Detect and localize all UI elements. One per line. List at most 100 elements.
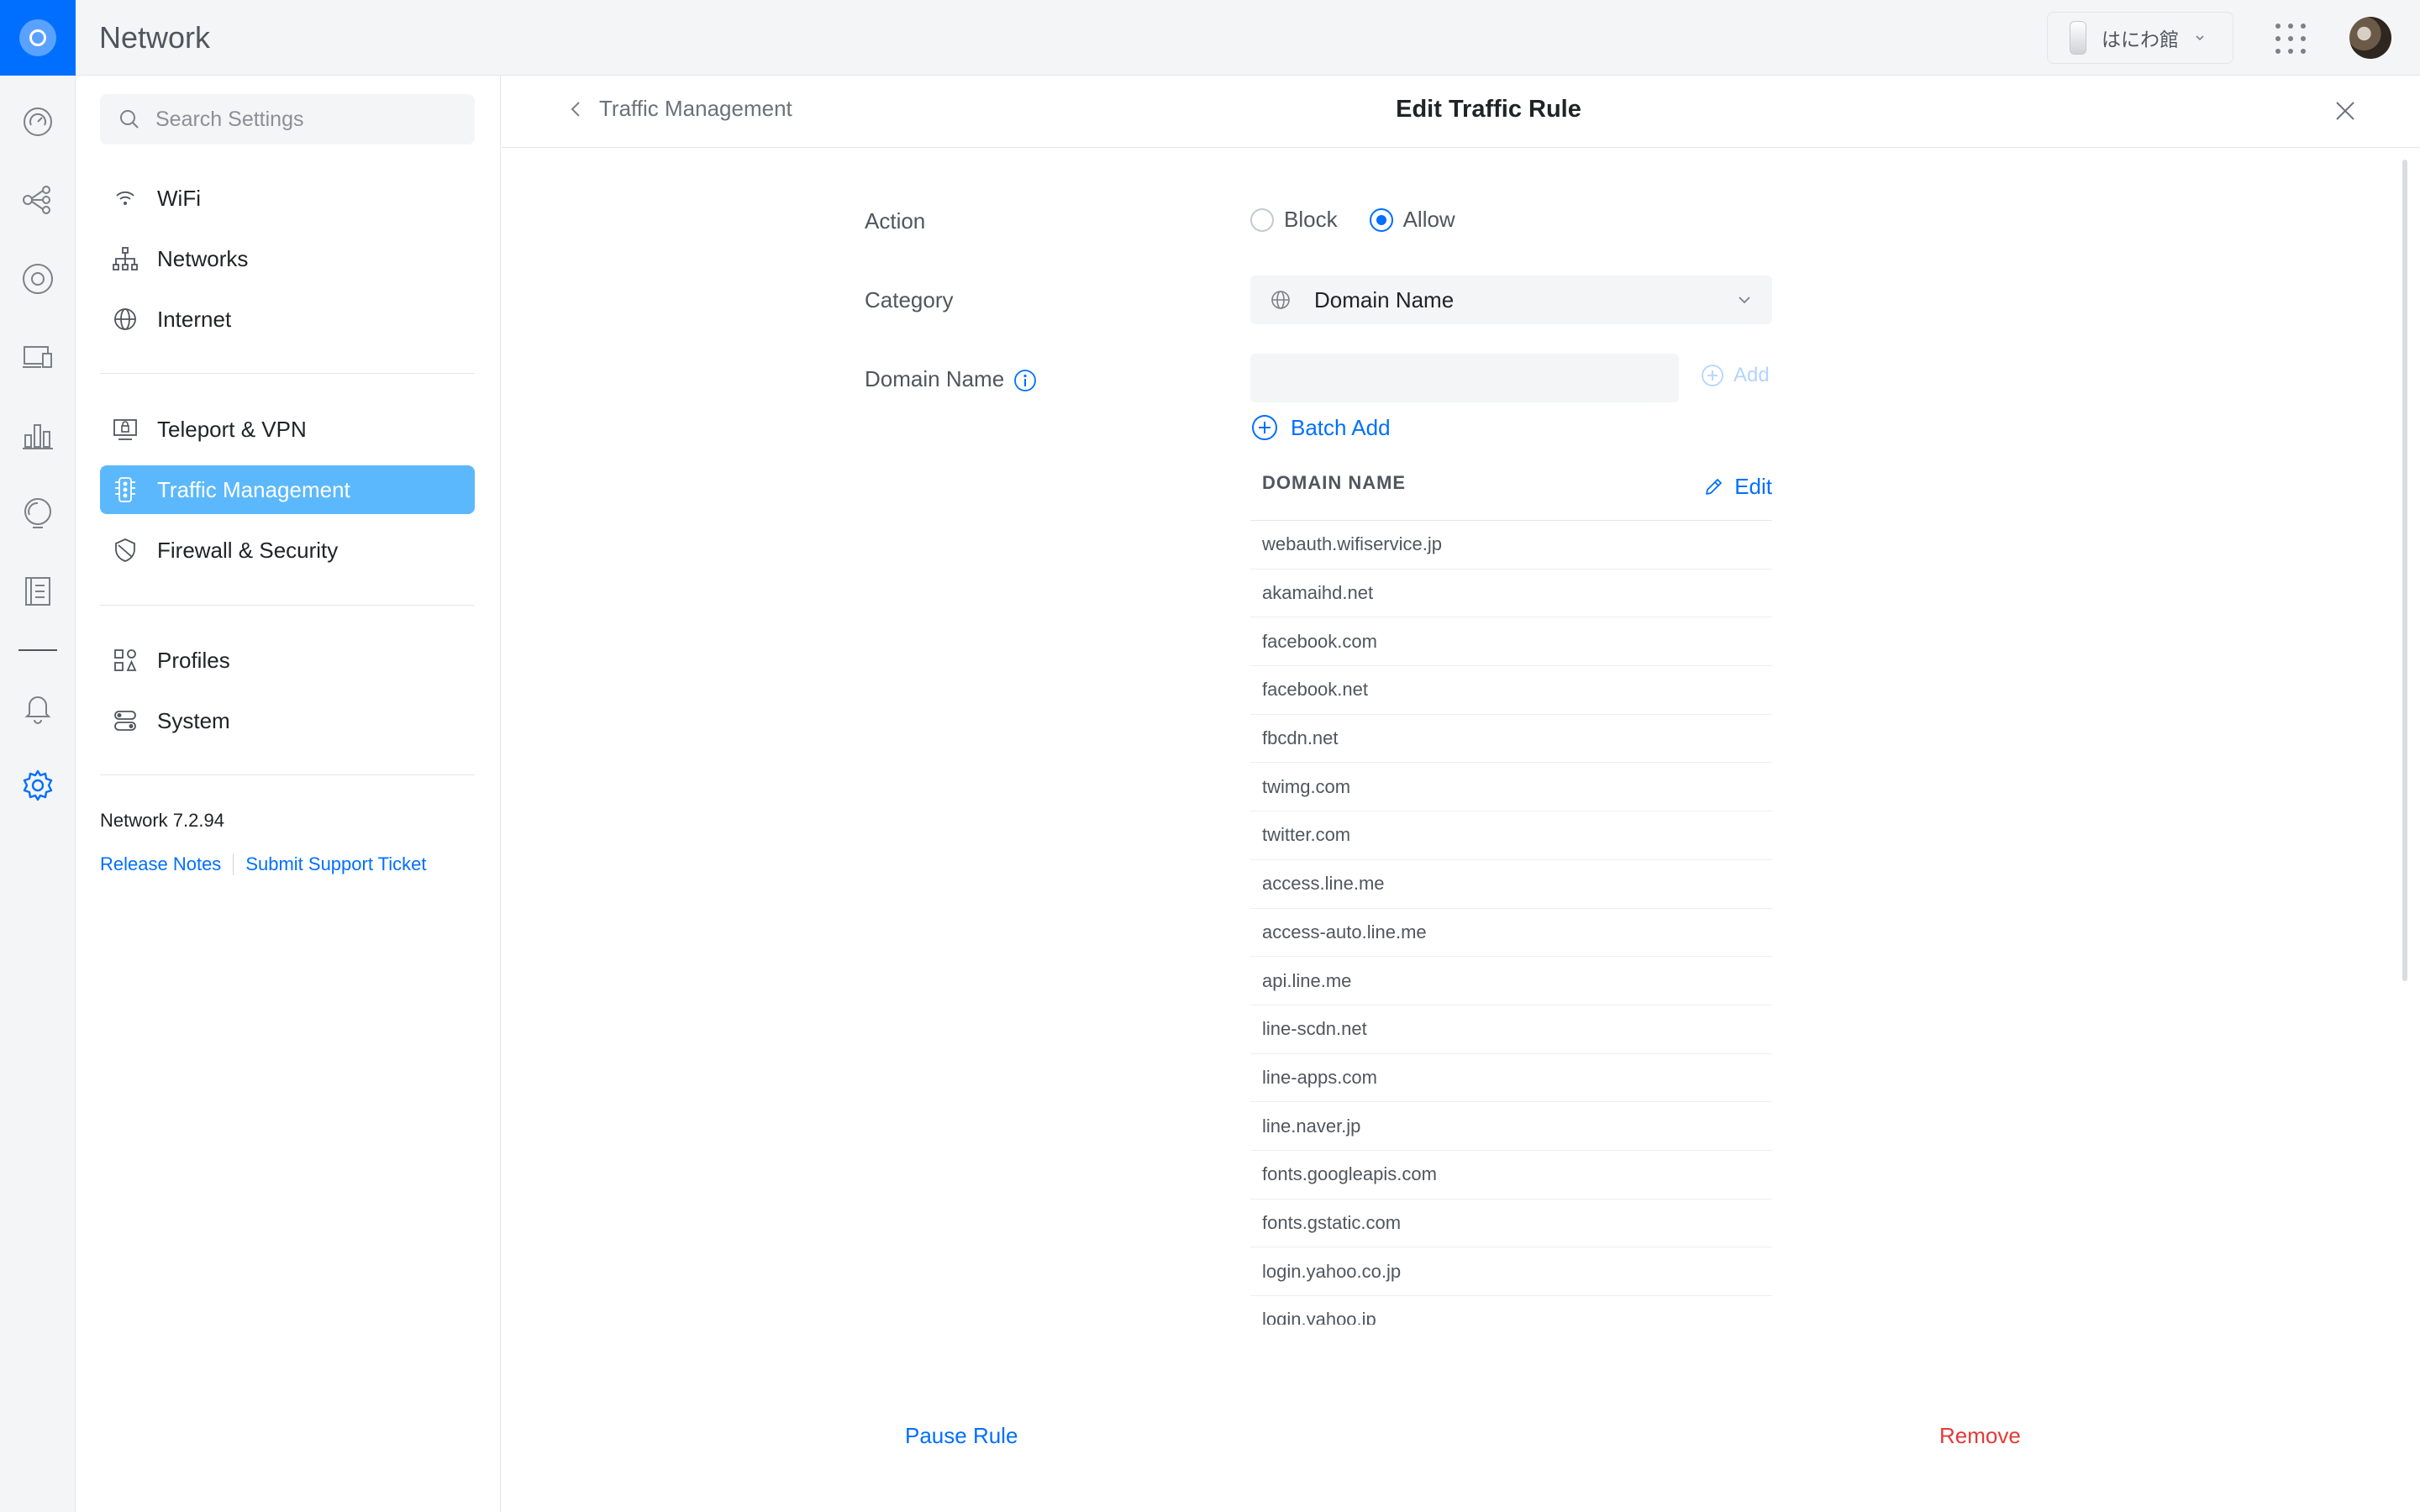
action-radio-group: Block Allow	[1250, 207, 1477, 233]
vpn-icon	[113, 419, 137, 440]
domain-name-label: Domain Name	[865, 366, 1038, 393]
radio-allow-label[interactable]: Allow	[1403, 207, 1455, 233]
radio-block-label[interactable]: Block	[1284, 207, 1338, 233]
info-icon[interactable]	[1013, 368, 1038, 393]
remove-rule-button[interactable]: Remove	[1939, 1423, 2021, 1449]
domain-table-header: DOMAIN NAME Edit	[1250, 465, 1772, 521]
sidebar-item-profiles[interactable]: Profiles	[100, 636, 475, 685]
list-item: login.yahoo.jp	[1250, 1296, 1772, 1325]
close-icon[interactable]	[2332, 97, 2359, 124]
batch-add-button[interactable]: Batch Add	[1250, 413, 1391, 442]
search-icon	[120, 110, 139, 129]
client-devices-icon[interactable]	[19, 339, 56, 375]
site-selector[interactable]: はにわ館	[2047, 12, 2233, 64]
category-select[interactable]: Domain Name	[1250, 276, 1772, 324]
sidebar-item-label: Networks	[157, 245, 249, 271]
sidebar-item-networks[interactable]: Networks	[100, 234, 475, 283]
wifi-icon	[116, 191, 134, 205]
edit-list-button[interactable]: Edit	[1702, 474, 1772, 500]
app-switcher-icon[interactable]	[2275, 24, 2306, 54]
sidebar-item-label: Profiles	[157, 647, 230, 673]
sidebar-item-label: System	[157, 707, 230, 733]
nav-divider	[100, 774, 475, 775]
sidebar-item-label: WiFi	[157, 185, 201, 211]
rail-divider	[18, 649, 57, 651]
category-label: Category	[865, 287, 954, 312]
list-item: fbcdn.net	[1250, 715, 1772, 764]
ubiquiti-logo[interactable]	[0, 0, 76, 76]
domain-name-input[interactable]	[1250, 354, 1679, 402]
column-header-domain-name: DOMAIN NAME	[1262, 472, 1407, 493]
logo-icon	[19, 19, 56, 56]
sidebar-item-label: Traffic Management	[157, 476, 350, 502]
add-domain-button[interactable]: Add	[1700, 363, 1770, 388]
list-item: facebook.com	[1250, 617, 1772, 667]
sidebar-item-system[interactable]: System	[100, 696, 475, 745]
chevron-down-icon	[2196, 35, 2204, 41]
link-divider	[233, 853, 234, 875]
list-item: fonts.googleapis.com	[1250, 1151, 1772, 1200]
chevron-left-icon	[571, 101, 580, 117]
domain-name-label-text: Domain Name	[865, 366, 1005, 391]
list-item: twitter.com	[1250, 811, 1772, 860]
list-item: line-apps.com	[1250, 1054, 1772, 1103]
back-label: Traffic Management	[599, 96, 792, 121]
list-item: login.yahoo.co.jp	[1250, 1247, 1772, 1296]
category-value: Domain Name	[1314, 286, 1455, 312]
panel-header: Traffic Management Edit Traffic Rule	[502, 76, 2420, 148]
sidebar-item-label: Internet	[157, 306, 232, 332]
sidebar-item-teleport-vpn[interactable]: Teleport & VPN	[100, 405, 475, 454]
sidebar-item-firewall-security[interactable]: Firewall & Security	[100, 526, 475, 575]
app-nav-rail	[0, 76, 76, 1512]
site-name: はにわ館	[2102, 29, 2179, 51]
logs-icon[interactable]	[19, 573, 56, 610]
radio-block[interactable]	[1250, 207, 1274, 232]
statistics-icon[interactable]	[19, 417, 56, 454]
edit-rule-panel: Traffic Management Edit Traffic Rule Act…	[502, 76, 2420, 1512]
insights-icon[interactable]	[19, 495, 56, 532]
bell-icon[interactable]	[19, 689, 56, 726]
sidebar-item-internet[interactable]: Internet	[100, 295, 475, 344]
list-item: twimg.com	[1250, 763, 1772, 812]
list-item: api.line.me	[1250, 957, 1772, 1005]
dashboard-icon[interactable]	[19, 103, 56, 140]
globe-icon	[114, 308, 136, 330]
list-item: line.naver.jp	[1250, 1102, 1772, 1151]
batch-add-label: Batch Add	[1291, 414, 1391, 440]
domain-list: webauth.wifiservice.jp akamaihd.net face…	[1250, 521, 1772, 1325]
support-ticket-link[interactable]: Submit Support Ticket	[245, 853, 426, 875]
top-bar: Network はにわ館	[0, 0, 2420, 76]
settings-sidebar: WiFi Networks Internet Teleport & VPN Tr…	[76, 76, 501, 1512]
plus-circle-icon	[1702, 365, 1723, 386]
globe-icon	[1271, 291, 1290, 309]
list-item: facebook.net	[1250, 666, 1772, 715]
network-tree-icon	[113, 247, 138, 270]
page-title-text: Edit Traffic Rule	[1396, 96, 1581, 123]
back-button[interactable]: Traffic Management	[567, 96, 792, 122]
topology-icon[interactable]	[19, 181, 56, 218]
nav-divider	[100, 373, 475, 374]
list-item: line-scdn.net	[1250, 1005, 1772, 1054]
gear-icon[interactable]	[19, 767, 56, 804]
search-input[interactable]	[155, 107, 458, 132]
system-toggles-icon	[114, 711, 136, 731]
unifi-devices-icon[interactable]	[19, 260, 56, 297]
sidebar-item-wifi[interactable]: WiFi	[100, 174, 475, 223]
settings-search[interactable]	[100, 94, 475, 144]
footer-links: Release Notes Submit Support Ticket	[100, 853, 427, 875]
list-item: akamaihd.net	[1250, 570, 1772, 618]
sidebar-item-traffic-management[interactable]: Traffic Management	[100, 465, 475, 514]
pause-rule-button[interactable]: Pause Rule	[905, 1423, 1018, 1449]
chevron-down-icon	[1739, 297, 1750, 304]
sidebar-item-label: Firewall & Security	[157, 537, 339, 563]
list-item: access.line.me	[1250, 860, 1772, 909]
radio-allow[interactable]	[1369, 207, 1393, 232]
release-notes-link[interactable]: Release Notes	[100, 853, 221, 875]
list-item: webauth.wifiservice.jp	[1250, 521, 1772, 570]
gateway-device-icon	[2070, 21, 2086, 55]
shield-icon	[115, 538, 135, 562]
add-label: Add	[1733, 364, 1770, 386]
edit-label: Edit	[1734, 474, 1772, 499]
user-avatar[interactable]	[2349, 17, 2391, 59]
scrollbar[interactable]	[2402, 160, 2407, 981]
